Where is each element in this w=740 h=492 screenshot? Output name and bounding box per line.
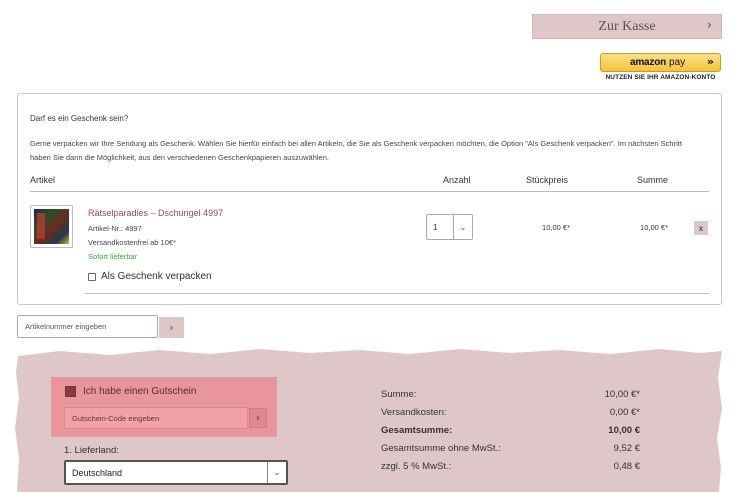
totals-value: 0,00 €* xyxy=(609,406,640,418)
amazon-pay-text: pay xyxy=(669,57,686,68)
gift-wrap-checkbox[interactable] xyxy=(88,272,96,281)
article-number-submit-button[interactable]: › xyxy=(159,317,184,338)
product-article-number: Artikel-Nr.: 4997 xyxy=(88,224,142,233)
gift-description: Gerne verpacken wir Ihre Sendung als Ges… xyxy=(30,139,682,162)
totals-label: Gesamtsumme ohne MwSt.: xyxy=(381,442,501,454)
close-icon: x xyxy=(698,223,704,233)
totals-label: zzgl. 5 % MwSt.: xyxy=(381,460,452,472)
table-divider-top xyxy=(30,191,709,192)
totals-value: 9,52 € xyxy=(613,442,640,454)
column-header-anzahl: Anzahl xyxy=(443,175,471,185)
cart-panel: Darf es ein Geschenk sein? Gerne verpack… xyxy=(17,93,722,305)
shipping-country-select[interactable]: Deutschland ⌄ xyxy=(64,460,288,485)
column-header-summe: Summe xyxy=(637,175,669,185)
totals-row-grand: Gesamtsumme: 10,00 € xyxy=(381,421,640,439)
table-divider-bottom xyxy=(85,293,709,294)
product-image[interactable] xyxy=(30,205,73,248)
remove-item-button[interactable]: x xyxy=(694,221,708,235)
order-totals: Summe: 10,00 €* Versandkosten: 0,00 €* G… xyxy=(381,385,640,475)
amazon-logo: amazon xyxy=(630,57,667,68)
unit-price: 10,00 €* xyxy=(542,223,570,232)
totals-label: Versandkosten: xyxy=(381,406,447,418)
gift-title: Darf es ein Geschenk sein? xyxy=(30,114,129,123)
quantity-select[interactable]: 1 ⌄ xyxy=(426,214,473,240)
product-cover xyxy=(34,209,69,244)
chevron-right-icon: › xyxy=(256,412,260,424)
voucher-submit-button[interactable]: › xyxy=(249,408,267,428)
quantity-value: 1 xyxy=(433,222,438,232)
product-shipping-note: Versandkostenfrei ab 10€* xyxy=(88,238,176,247)
totals-label: Gesamtsumme: xyxy=(381,424,453,436)
checkout-button-label: Zur Kasse xyxy=(598,18,656,34)
totals-row: Versandkosten: 0,00 €* xyxy=(381,403,640,421)
column-header-artikel: Artikel xyxy=(30,175,56,185)
shipping-country-value: Deutschland xyxy=(72,467,123,478)
double-chevron-right-icon: » xyxy=(706,55,714,68)
chevron-down-icon: ⌄ xyxy=(453,215,472,239)
shipping-country-label: 1. Lieferland: xyxy=(64,445,119,456)
voucher-code-input[interactable]: Gutschein-Code eingeben xyxy=(64,407,248,429)
checkout-button[interactable]: Zur Kasse › xyxy=(532,14,722,39)
voucher-checkbox[interactable] xyxy=(65,386,76,397)
chevron-right-icon: › xyxy=(169,321,174,334)
product-availability: Sofort lieferbar xyxy=(88,252,138,261)
column-header-stueckpreis: Stückpreis xyxy=(526,175,569,185)
gift-wrap-label[interactable]: Als Geschenk verpacken xyxy=(101,271,212,282)
line-total: 10,00 €* xyxy=(640,223,668,232)
amazon-pay-button[interactable]: amazon pay » xyxy=(600,53,721,72)
chevron-down-icon: ⌄ xyxy=(267,462,286,483)
voucher-label[interactable]: Ich habe einen Gutschein xyxy=(83,386,196,397)
article-number-input[interactable]: Artikelnummer eingeben xyxy=(17,315,158,338)
totals-label: Summe: xyxy=(381,388,417,400)
voucher-panel: Ich habe einen Gutschein Gutschein-Code … xyxy=(51,377,277,437)
totals-row: zzgl. 5 % MwSt.: 0,48 € xyxy=(381,457,640,475)
totals-value: 10,00 €* xyxy=(604,388,640,400)
gift-wrap-option[interactable]: Als Geschenk verpacken xyxy=(88,271,212,282)
totals-row: Summe: 10,00 €* xyxy=(381,385,640,403)
amazon-pay-subtitle: NUTZEN SIE IHR AMAZON-KONTO xyxy=(605,74,716,81)
chevron-right-icon: › xyxy=(706,18,712,33)
product-name-link[interactable]: Rätselparadies – Dschungel 4997 xyxy=(88,208,223,218)
totals-row: Gesamtsumme ohne MwSt.: 9,52 € xyxy=(381,439,640,457)
totals-value: 0,48 € xyxy=(613,460,640,472)
totals-value: 10,00 € xyxy=(608,424,640,436)
